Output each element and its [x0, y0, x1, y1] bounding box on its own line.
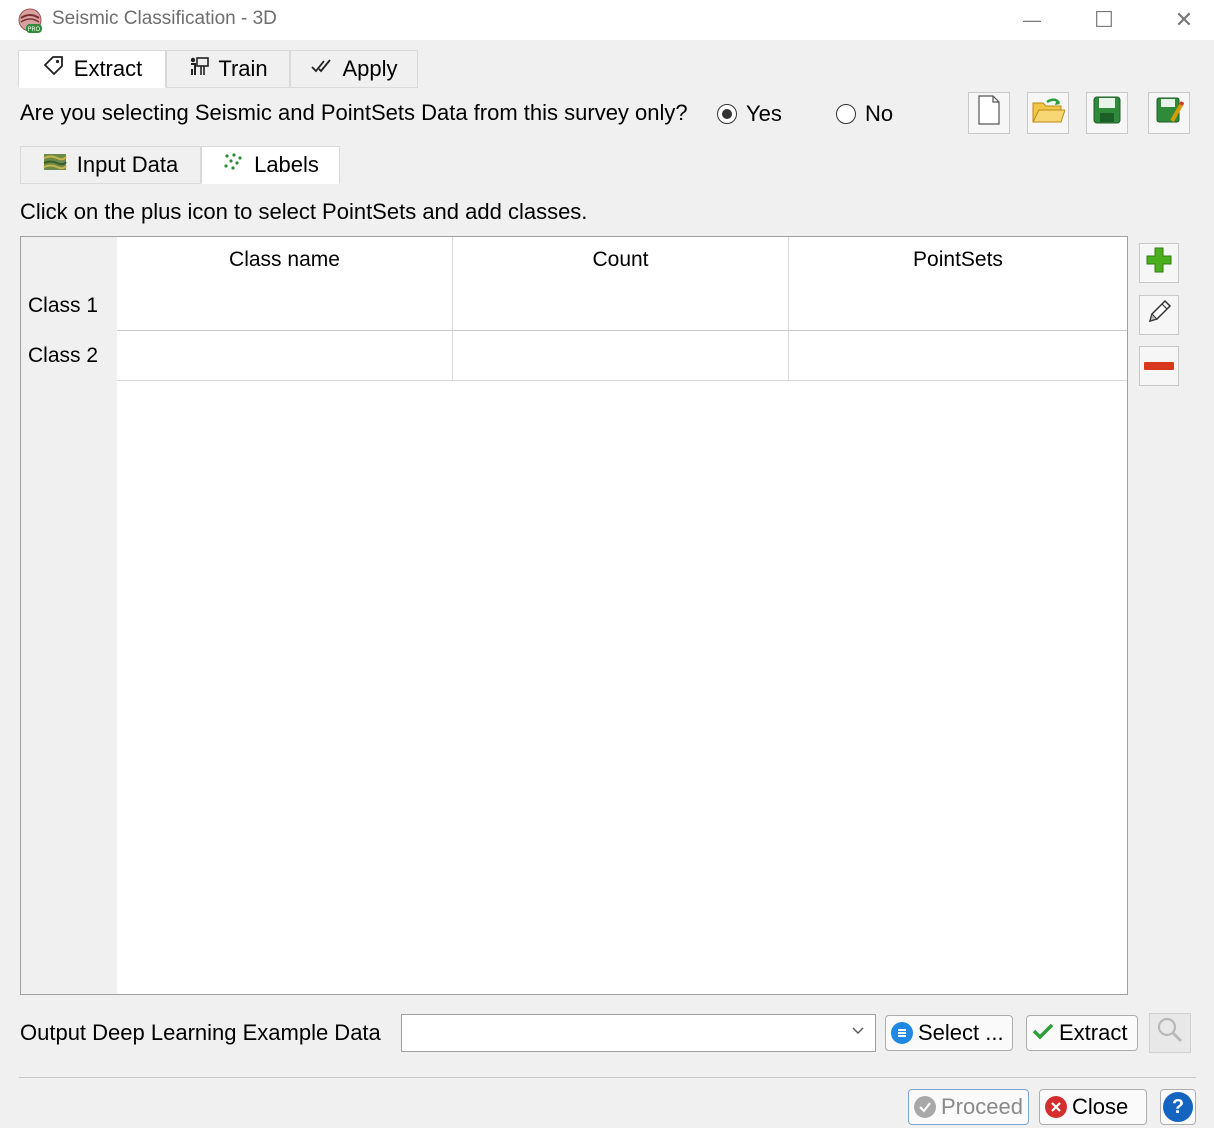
tab-labels-label: Labels: [254, 152, 319, 177]
radio-yes-indicator[interactable]: [717, 104, 737, 124]
edit-icon: [1145, 298, 1173, 332]
row-header-class-2[interactable]: Class 2: [21, 331, 117, 381]
save-button[interactable]: [1086, 92, 1128, 134]
add-class-icon: [1145, 246, 1173, 280]
seismic-data-icon: [43, 152, 67, 178]
extract-button[interactable]: Extract: [1026, 1015, 1138, 1051]
close-button[interactable]: Close: [1039, 1089, 1147, 1125]
magnifier-icon: [1156, 1016, 1184, 1050]
instruction-text: Click on the plus icon to select PointSe…: [20, 199, 588, 224]
tab-train[interactable]: Train: [166, 50, 290, 88]
output-label: Output Deep Learning Example Data: [20, 1020, 381, 1045]
close-button-label: Close: [1072, 1094, 1129, 1119]
table-cell[interactable]: [117, 331, 453, 381]
save-icon: [1092, 95, 1122, 131]
chevron-down-icon: [851, 1023, 865, 1041]
classes-table: Class name Count PointSets Class 1 Class…: [20, 236, 1128, 995]
new-file-button[interactable]: [968, 92, 1010, 134]
double-check-icon: [310, 56, 334, 82]
output-data-select[interactable]: [401, 1014, 876, 1052]
select-button[interactable]: Select ...: [885, 1015, 1013, 1051]
tab-apply[interactable]: Apply: [290, 50, 418, 88]
proceed-button[interactable]: Proceed: [908, 1089, 1029, 1125]
view-button[interactable]: [1149, 1013, 1191, 1053]
open-button[interactable]: [1027, 92, 1069, 134]
maximize-icon: ☐: [1094, 7, 1114, 32]
select-button-label: Select ...: [918, 1020, 1004, 1045]
row-header-class-1[interactable]: Class 1: [21, 281, 117, 331]
tab-labels[interactable]: Labels: [201, 146, 340, 184]
column-header-class-name[interactable]: Class name: [117, 237, 453, 283]
window-title: Seismic Classification - 3D: [52, 8, 277, 29]
radio-no-indicator[interactable]: [836, 104, 856, 124]
title-bar: PRO Seismic Classification - 3D — ☐ ✕: [0, 0, 1214, 40]
column-header-pointsets[interactable]: PointSets: [789, 237, 1127, 283]
tab-train-label: Train: [218, 56, 268, 81]
remove-class-button[interactable]: [1139, 346, 1179, 386]
table-cell[interactable]: [789, 331, 1127, 381]
edit-class-button[interactable]: [1139, 295, 1179, 335]
help-icon: ?: [1163, 1092, 1193, 1122]
table-cell[interactable]: [453, 281, 789, 331]
tab-extract-label: Extract: [73, 56, 143, 81]
table-corner: [21, 237, 117, 283]
tab-input-data[interactable]: Input Data: [20, 146, 201, 184]
close-window-button[interactable]: ✕: [1164, 6, 1204, 34]
list-icon: [891, 1022, 913, 1044]
table-cell[interactable]: [789, 281, 1127, 331]
open-folder-icon: [1031, 95, 1066, 131]
radio-no[interactable]: No: [836, 101, 893, 127]
app-logo-icon: PRO: [18, 8, 44, 34]
pointset-dots-icon: [222, 152, 244, 178]
add-class-button[interactable]: [1139, 243, 1179, 283]
checkmark-icon: [1032, 1020, 1054, 1046]
close-x-icon: [1045, 1096, 1067, 1118]
table-cell[interactable]: [453, 331, 789, 381]
tab-input-data-label: Input Data: [76, 152, 179, 177]
help-button[interactable]: ?: [1160, 1089, 1196, 1125]
train-icon: [188, 55, 210, 83]
minimize-button[interactable]: —: [1012, 6, 1052, 34]
survey-question: Are you selecting Seismic and PointSets …: [20, 100, 688, 125]
new-file-icon: [976, 94, 1002, 132]
table-cell[interactable]: [117, 281, 453, 331]
proceed-check-icon: [914, 1096, 936, 1118]
tab-apply-label: Apply: [342, 56, 398, 81]
save-as-button[interactable]: [1148, 92, 1190, 134]
column-header-count[interactable]: Count: [453, 237, 789, 283]
radio-yes-label: Yes: [746, 101, 782, 126]
proceed-button-label: Proceed: [941, 1094, 1023, 1119]
tab-extract[interactable]: Extract: [18, 50, 166, 88]
maximize-button[interactable]: ☐: [1084, 6, 1124, 34]
radio-no-label: No: [865, 101, 894, 126]
svg-text:PRO: PRO: [28, 26, 41, 33]
tag-icon: [42, 54, 66, 84]
save-as-icon: [1154, 95, 1185, 131]
close-icon: ✕: [1174, 7, 1194, 32]
footer-divider: [19, 1077, 1196, 1078]
extract-button-label: Extract: [1059, 1020, 1128, 1045]
remove-class-icon: [1143, 353, 1175, 379]
minimize-icon: —: [1023, 9, 1041, 30]
radio-yes[interactable]: Yes: [717, 101, 782, 127]
